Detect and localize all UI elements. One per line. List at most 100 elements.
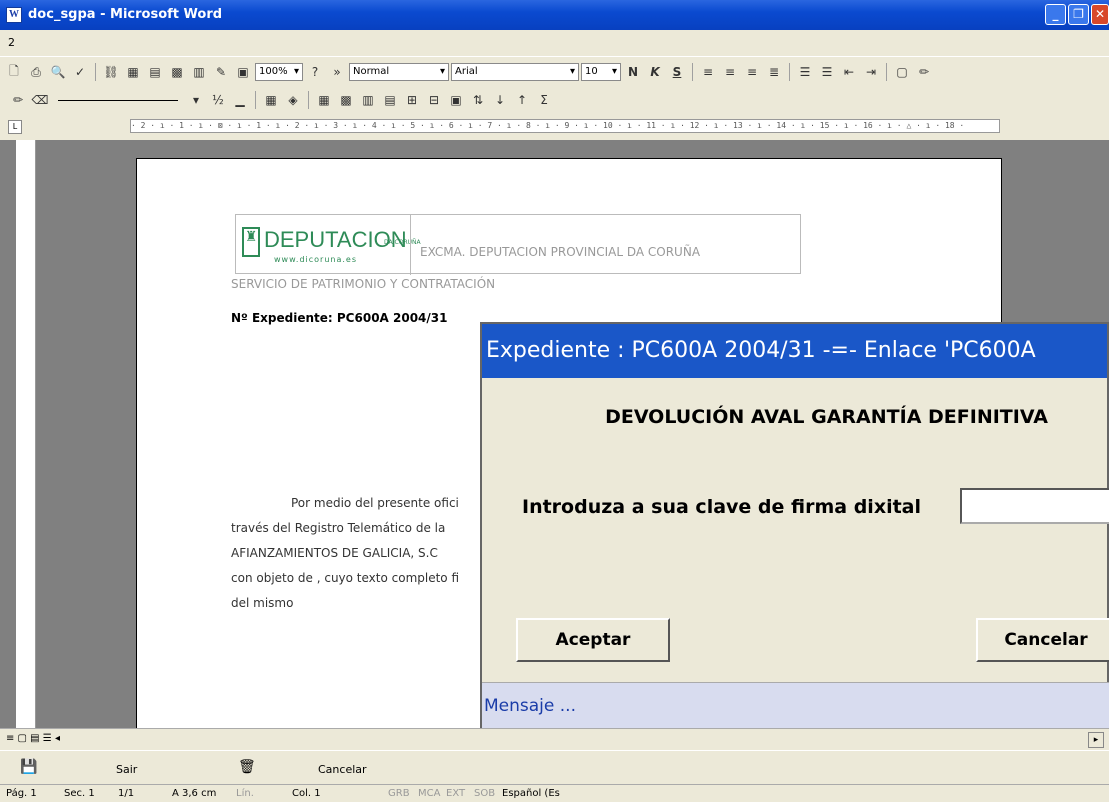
status-record[interactable]: GRB <box>388 788 410 799</box>
horizontal-scrollbar-area: ≡ ▢ ▤ ☰ ◂ ▸ <box>0 728 1109 750</box>
sort-descending-icon[interactable]: ↑ <box>512 90 532 110</box>
logo-url: www.dicoruna.es <box>274 255 357 264</box>
justify-icon[interactable]: ≣ <box>764 62 784 82</box>
cancel-toolbar-button[interactable]: Cancelar <box>318 763 367 776</box>
signature-key-input[interactable] <box>960 488 1109 524</box>
status-section: Sec. 1 <box>64 788 95 799</box>
style-select[interactable]: Normal ▾ <box>349 63 449 81</box>
dialog-title: Expediente : PC600A 2004/31 -=- Enlace '… <box>482 324 1107 378</box>
align-right-icon[interactable]: ≡ <box>742 62 762 82</box>
save-icon[interactable]: 💾 <box>20 759 37 775</box>
decrease-indent-icon[interactable]: ⇤ <box>839 62 859 82</box>
pencil-icon[interactable]: ✏ <box>8 90 28 110</box>
standard-toolbar: 🗋 ⎙ 🔍 ✓ ⛓ ▦ ▤ ▩ ▥ ✎ ▣ 100% ▾ ? » Normal ▾ … <box>0 56 1109 86</box>
new-document-icon[interactable]: 🗋 <box>4 62 24 82</box>
text-direction-icon[interactable]: ⇅ <box>468 90 488 110</box>
status-line: Lín. <box>236 788 254 799</box>
font-size-select[interactable]: 10 ▾ <box>581 63 621 81</box>
view-buttons-icon[interactable]: ≡ ▢ ▤ ☰ ◂ <box>6 733 60 744</box>
help-icon[interactable]: ? <box>305 62 325 82</box>
exit-button[interactable]: Sair <box>116 763 137 776</box>
spelling-icon[interactable]: ✓ <box>70 62 90 82</box>
menu-bar: 2 <box>0 30 1109 56</box>
highlight-icon[interactable]: ✏ <box>914 62 934 82</box>
custom-toolbar: 💾 Sair 🗑 Cancelar <box>0 750 1109 784</box>
word-app-icon: W <box>6 7 22 23</box>
menu-item[interactable]: 2 <box>8 36 15 49</box>
autoformat-icon[interactable]: ▣ <box>446 90 466 110</box>
close-icon[interactable]: ✕ <box>1091 4 1109 25</box>
scroll-right-icon[interactable]: ▸ <box>1088 732 1104 748</box>
bullets-icon[interactable]: ☰ <box>817 62 837 82</box>
status-page: Pág. 1 <box>6 788 37 799</box>
minimize-icon[interactable]: _ <box>1045 4 1066 25</box>
hyperlink-icon[interactable]: ⛓ <box>101 62 121 82</box>
distribute-cols-icon[interactable]: ⊟ <box>424 90 444 110</box>
document-map-icon[interactable]: ▣ <box>233 62 253 82</box>
eraser-icon[interactable]: ⌫ <box>30 90 50 110</box>
signature-prompt: Introduza a sua clave de firma dixital <box>522 496 921 518</box>
autosum-icon[interactable]: Σ <box>534 90 554 110</box>
status-overtype[interactable]: SOB <box>474 788 495 799</box>
insert-table-icon[interactable]: ▤ <box>145 62 165 82</box>
logo-small-text: DA CORUÑA <box>384 239 421 246</box>
merge-cells-icon[interactable]: ▩ <box>336 90 356 110</box>
status-language: Español (Es <box>502 788 560 799</box>
print-icon[interactable]: ⎙ <box>26 62 46 82</box>
accept-button[interactable]: Aceptar <box>516 618 670 662</box>
increase-indent-icon[interactable]: ⇥ <box>861 62 881 82</box>
border-color-icon[interactable]: ▁ <box>230 90 250 110</box>
signature-dialog: Expediente : PC600A 2004/31 -=- Enlace '… <box>480 322 1109 728</box>
status-column: Col. 1 <box>292 788 321 799</box>
vertical-ruler[interactable] <box>16 140 36 730</box>
tables-borders-icon[interactable]: ▦ <box>123 62 143 82</box>
ruler-scale: · 2 · ı · 1 · ı · ⊠ · ı · 1 · ı · 2 · ı … <box>130 119 1000 133</box>
status-extend[interactable]: EXT <box>446 788 465 799</box>
line-style-select[interactable] <box>58 99 178 101</box>
print-preview-icon[interactable]: 🔍 <box>48 62 68 82</box>
zoom-select[interactable]: 100% ▾ <box>255 63 303 81</box>
trash-icon[interactable]: 🗑 <box>238 759 256 775</box>
dropdown-icon[interactable]: ▾ <box>186 90 206 110</box>
expediente-number: Nº Expediente: PC600A 2004/31 <box>231 311 448 325</box>
body-text: Por medio del presente ofici través del … <box>231 496 460 610</box>
sort-ascending-icon[interactable]: ↓ <box>490 90 510 110</box>
dialog-heading: DEVOLUCIÓN AVAL GARANTÍA DEFINITIVA <box>605 406 1048 428</box>
window-title: doc_sgpa - Microsoft Word <box>28 7 223 22</box>
line-weight-select[interactable]: ½ <box>208 90 228 110</box>
align-cell-icon[interactable]: ▤ <box>380 90 400 110</box>
insert-excel-icon[interactable]: ▩ <box>167 62 187 82</box>
status-track[interactable]: MCA <box>418 788 440 799</box>
distribute-rows-icon[interactable]: ⊞ <box>402 90 422 110</box>
coat-of-arms-icon: ♜ <box>242 227 260 257</box>
left-margin-area <box>0 140 16 730</box>
italic-button[interactable]: K <box>645 62 665 82</box>
insert-table-icon[interactable]: ▦ <box>314 90 334 110</box>
borders-icon[interactable]: ▦ <box>261 90 281 110</box>
letterhead: ♜ DEPUTACION DA CORUÑA www.dicoruna.es E… <box>235 214 801 275</box>
service-name: SERVICIO DE PATRIMONIO Y CONTRATACIÓN <box>231 277 496 291</box>
dialog-message: Mensaje ... <box>482 682 1109 728</box>
drawing-toolbar: ✏ ⌫ ▾ ½ ▁ ▦ ◈ ▦ ▩ ▥ ▤ ⊞ ⊟ ▣ ⇅ ↓ ↑ Σ <box>0 86 1109 114</box>
more-buttons-icon[interactable]: » <box>327 62 347 82</box>
underline-button[interactable]: S <box>667 62 687 82</box>
font-select[interactable]: Arial ▾ <box>451 63 579 81</box>
split-cells-icon[interactable]: ▥ <box>358 90 378 110</box>
shading-icon[interactable]: ◈ <box>283 90 303 110</box>
maximize-icon[interactable]: ❐ <box>1068 4 1089 25</box>
align-center-icon[interactable]: ≡ <box>720 62 740 82</box>
cancel-button[interactable]: Cancelar <box>976 618 1109 662</box>
horizontal-ruler[interactable]: L · 2 · ı · 1 · ı · ⊠ · ı · 1 · ı · 2 · … <box>0 114 1109 140</box>
borders-icon[interactable]: ▢ <box>892 62 912 82</box>
numbering-icon[interactable]: ☰ <box>795 62 815 82</box>
status-position: A 3,6 cm <box>172 788 217 799</box>
window-titlebar[interactable]: W doc_sgpa - Microsoft Word _ ❐ ✕ <box>0 0 1109 30</box>
drawing-icon[interactable]: ✎ <box>211 62 231 82</box>
organization-name: EXCMA. DEPUTACION PROVINCIAL DA CORUÑA <box>420 245 701 259</box>
align-left-icon[interactable]: ≡ <box>698 62 718 82</box>
status-bar: Pág. 1 Sec. 1 1/1 A 3,6 cm Lín. Col. 1 G… <box>0 784 1109 802</box>
columns-icon[interactable]: ▥ <box>189 62 209 82</box>
bold-button[interactable]: N <box>623 62 643 82</box>
status-pages: 1/1 <box>118 788 135 799</box>
tab-stop-icon[interactable]: L <box>8 120 22 134</box>
